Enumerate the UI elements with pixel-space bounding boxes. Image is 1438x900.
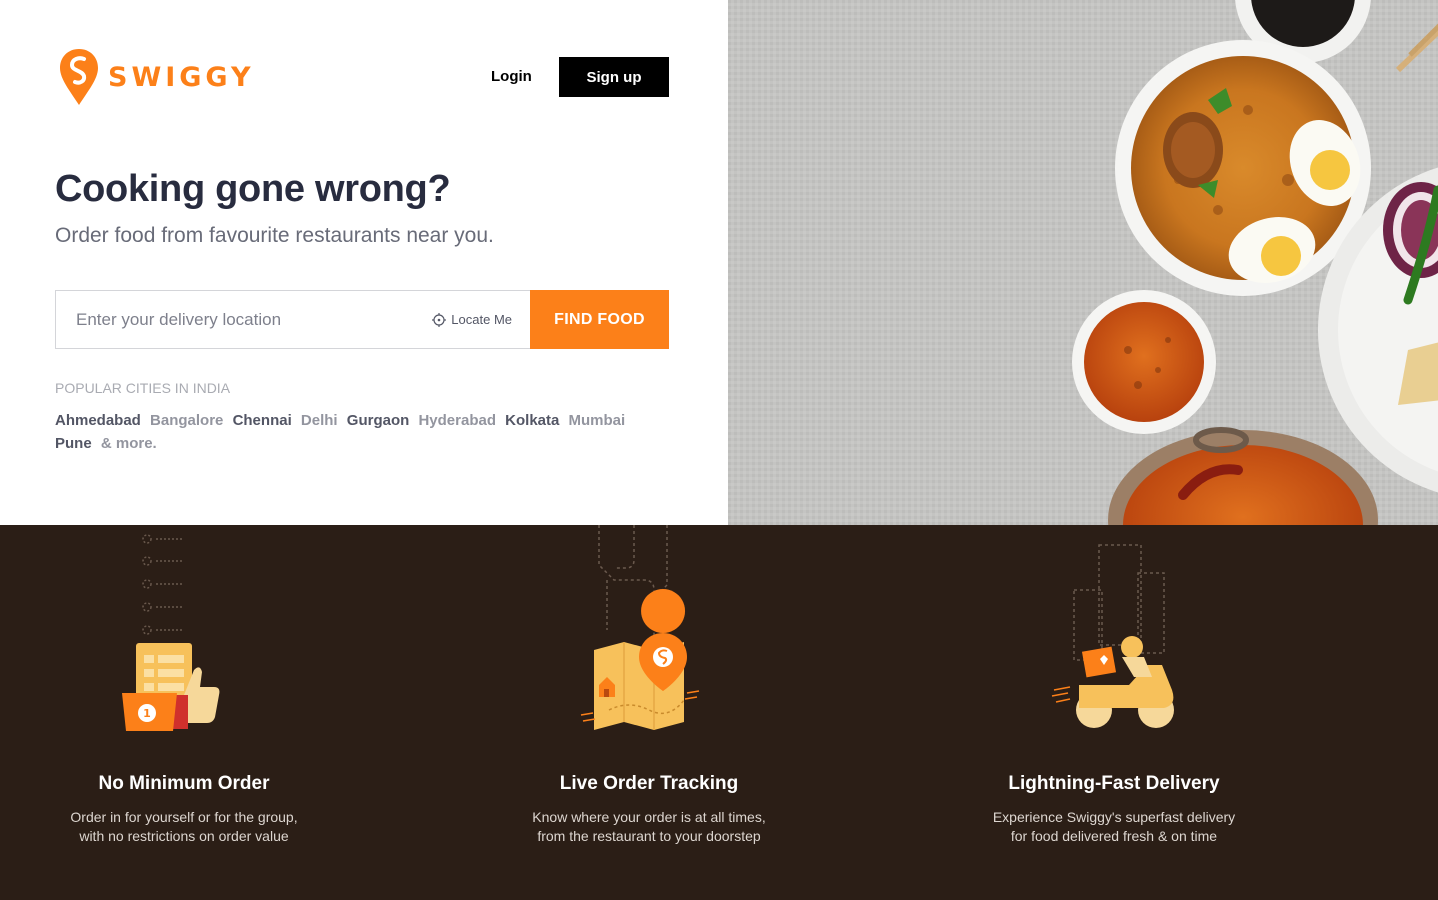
food-hero-image (728, 0, 1438, 525)
feature-desc-line: for food delivered fresh & on time (1010, 828, 1218, 844)
location-input-wrapper: Locate Me (55, 290, 530, 349)
features-section: 1 No Minimum Order Order in for yourself… (0, 525, 1438, 900)
feature-desc-line: Know where your order is at all times, (532, 809, 766, 825)
city-link-pune[interactable]: Pune (55, 435, 92, 452)
hero-headline: Cooking gone wrong? (55, 168, 451, 210)
map-pin-tracking-icon (580, 525, 700, 730)
feature-title: Lightning-Fast Delivery (1008, 773, 1220, 794)
city-link-hyderabad[interactable]: Hyderabad (418, 412, 496, 429)
locate-me-label: Locate Me (451, 312, 512, 327)
popular-cities-title: POPULAR CITIES IN INDIA (55, 380, 231, 396)
feature-desc-line: Experience Swiggy's superfast delivery (992, 809, 1236, 825)
popular-cities-list: Ahmedabad Bangalore Chennai Delhi Gurgao… (55, 409, 645, 455)
feature-lightning-fast-delivery: Lightning-Fast Delivery Experience Swigg… (934, 525, 1294, 900)
logo-wordmark: SWIGGY (108, 61, 255, 93)
order-list-thumbs-up-icon: 1 (122, 534, 220, 731)
find-food-button[interactable]: FIND FOOD (530, 290, 669, 349)
feature-title: Live Order Tracking (559, 773, 739, 794)
feature-live-order-tracking: Live Order Tracking Know where your orde… (469, 525, 829, 900)
feature-desc-line: Order in for yourself or for the group, (70, 809, 298, 825)
feature-no-minimum-order: 1 No Minimum Order Order in for yourself… (4, 525, 364, 900)
hero-subhead: Order food from favourite restaurants ne… (55, 224, 494, 247)
swiggy-logo-icon (60, 49, 98, 105)
city-link-chennai[interactable]: Chennai (233, 412, 292, 429)
login-link[interactable]: Login (491, 67, 532, 87)
feature-desc-line: with no restrictions on order value (79, 828, 289, 844)
feature-desc-line: from the restaurant to your doorstep (537, 828, 761, 844)
signup-button[interactable]: Sign up (559, 57, 669, 97)
feature-description: Know where your order is at all times, f… (469, 808, 829, 846)
city-link-ahmedabad[interactable]: Ahmedabad (55, 412, 141, 429)
locate-me-button[interactable]: Locate Me (432, 312, 512, 327)
crosshair-icon (432, 312, 447, 327)
city-link-delhi[interactable]: Delhi (301, 412, 338, 429)
city-link-bangalore[interactable]: Bangalore (150, 412, 223, 429)
feature-description: Order in for yourself or for the group, … (4, 808, 364, 846)
hero-panel: SWIGGY Login Sign up Cooking gone wrong?… (0, 0, 728, 525)
city-link-mumbai[interactable]: Mumbai (569, 412, 626, 429)
swiggy-logo[interactable]: SWIGGY (60, 49, 255, 105)
svg-text:1: 1 (143, 707, 151, 720)
location-search-bar: Locate Me FIND FOOD (55, 290, 669, 349)
feature-description: Experience Swiggy's superfast delivery f… (934, 808, 1294, 846)
delivery-scooter-icon (1051, 544, 1174, 728)
food-bowls-illustration (728, 0, 1438, 525)
delivery-location-input[interactable] (56, 298, 408, 341)
feature-title: No Minimum Order (98, 773, 270, 794)
more-cities-link[interactable]: & more. (101, 435, 157, 452)
city-link-kolkata[interactable]: Kolkata (505, 412, 559, 429)
city-link-gurgaon[interactable]: Gurgaon (347, 412, 410, 429)
